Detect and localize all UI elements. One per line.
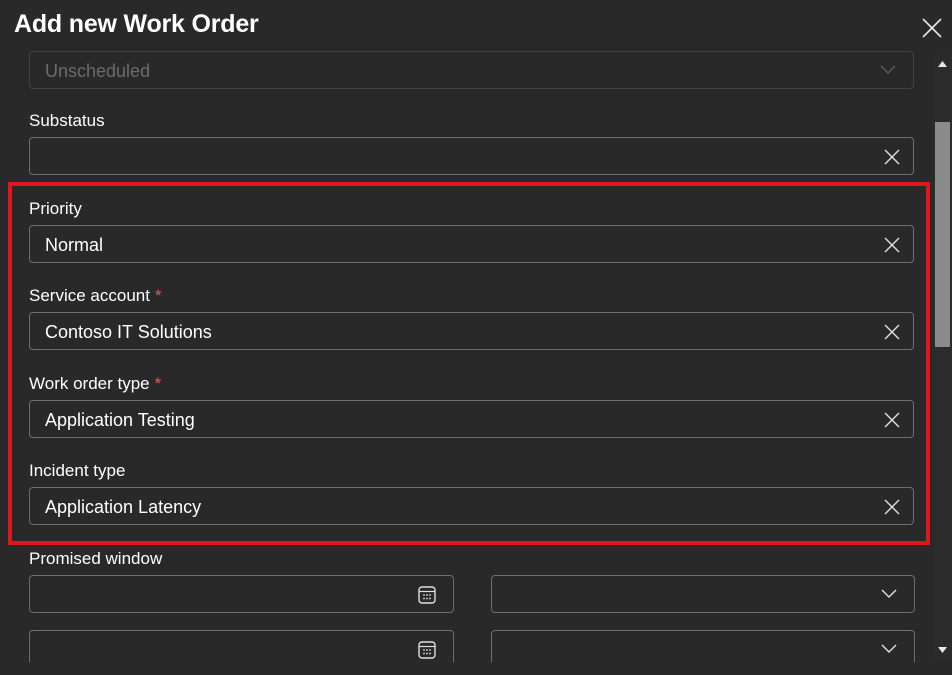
service-account-value: Contoso IT Solutions xyxy=(45,322,212,342)
chevron-down-icon xyxy=(880,65,896,74)
clear-icon[interactable] xyxy=(884,149,900,165)
priority-lookup[interactable]: Normal xyxy=(29,225,914,263)
chevron-down-icon[interactable] xyxy=(881,644,897,654)
incident-type-label: Incident type xyxy=(29,461,126,480)
clear-icon[interactable] xyxy=(884,324,900,340)
calendar-icon[interactable] xyxy=(417,585,437,605)
work-order-type-label: Work order type * xyxy=(29,374,161,394)
promised-window-label: Promised window xyxy=(29,549,163,568)
promised-window-start-date[interactable] xyxy=(29,575,454,613)
scroll-up-arrow-icon[interactable] xyxy=(937,60,948,68)
clear-icon[interactable] xyxy=(884,499,900,515)
service-account-label: Service account * xyxy=(29,286,162,306)
dialog-title: Add new Work Order xyxy=(14,10,259,38)
calendar-icon[interactable] xyxy=(417,640,437,660)
work-order-type-value: Application Testing xyxy=(45,410,195,430)
clear-icon[interactable] xyxy=(884,237,900,253)
system-status-value: Unscheduled xyxy=(45,61,151,81)
substatus-label: Substatus xyxy=(29,111,105,130)
close-button[interactable] xyxy=(918,14,946,42)
priority-label: Priority xyxy=(29,199,82,218)
close-icon xyxy=(922,18,942,38)
work-order-type-lookup[interactable]: Application Testing xyxy=(29,400,914,438)
service-account-label-text: Service account xyxy=(29,286,150,305)
scroll-thumb[interactable] xyxy=(935,122,950,347)
service-account-lookup[interactable]: Contoso IT Solutions xyxy=(29,312,914,350)
priority-value: Normal xyxy=(45,235,104,255)
required-marker: * xyxy=(154,286,162,305)
chevron-down-icon[interactable] xyxy=(881,589,897,599)
promised-window-start-time[interactable] xyxy=(491,575,915,613)
incident-type-value: Application Latency xyxy=(45,497,202,517)
system-status-select: Unscheduled xyxy=(29,51,914,89)
clear-icon[interactable] xyxy=(884,412,900,428)
required-marker: * xyxy=(154,374,162,393)
dialog-bottom-edge xyxy=(0,662,952,675)
add-work-order-dialog: Add new Work Order Unscheduled Substatus… xyxy=(0,0,952,675)
substatus-lookup[interactable] xyxy=(29,137,914,175)
incident-type-lookup[interactable]: Application Latency xyxy=(29,487,914,525)
work-order-type-label-text: Work order type xyxy=(29,374,150,393)
scroll-down-arrow-icon[interactable] xyxy=(937,646,948,654)
vertical-scrollbar[interactable] xyxy=(933,54,952,662)
